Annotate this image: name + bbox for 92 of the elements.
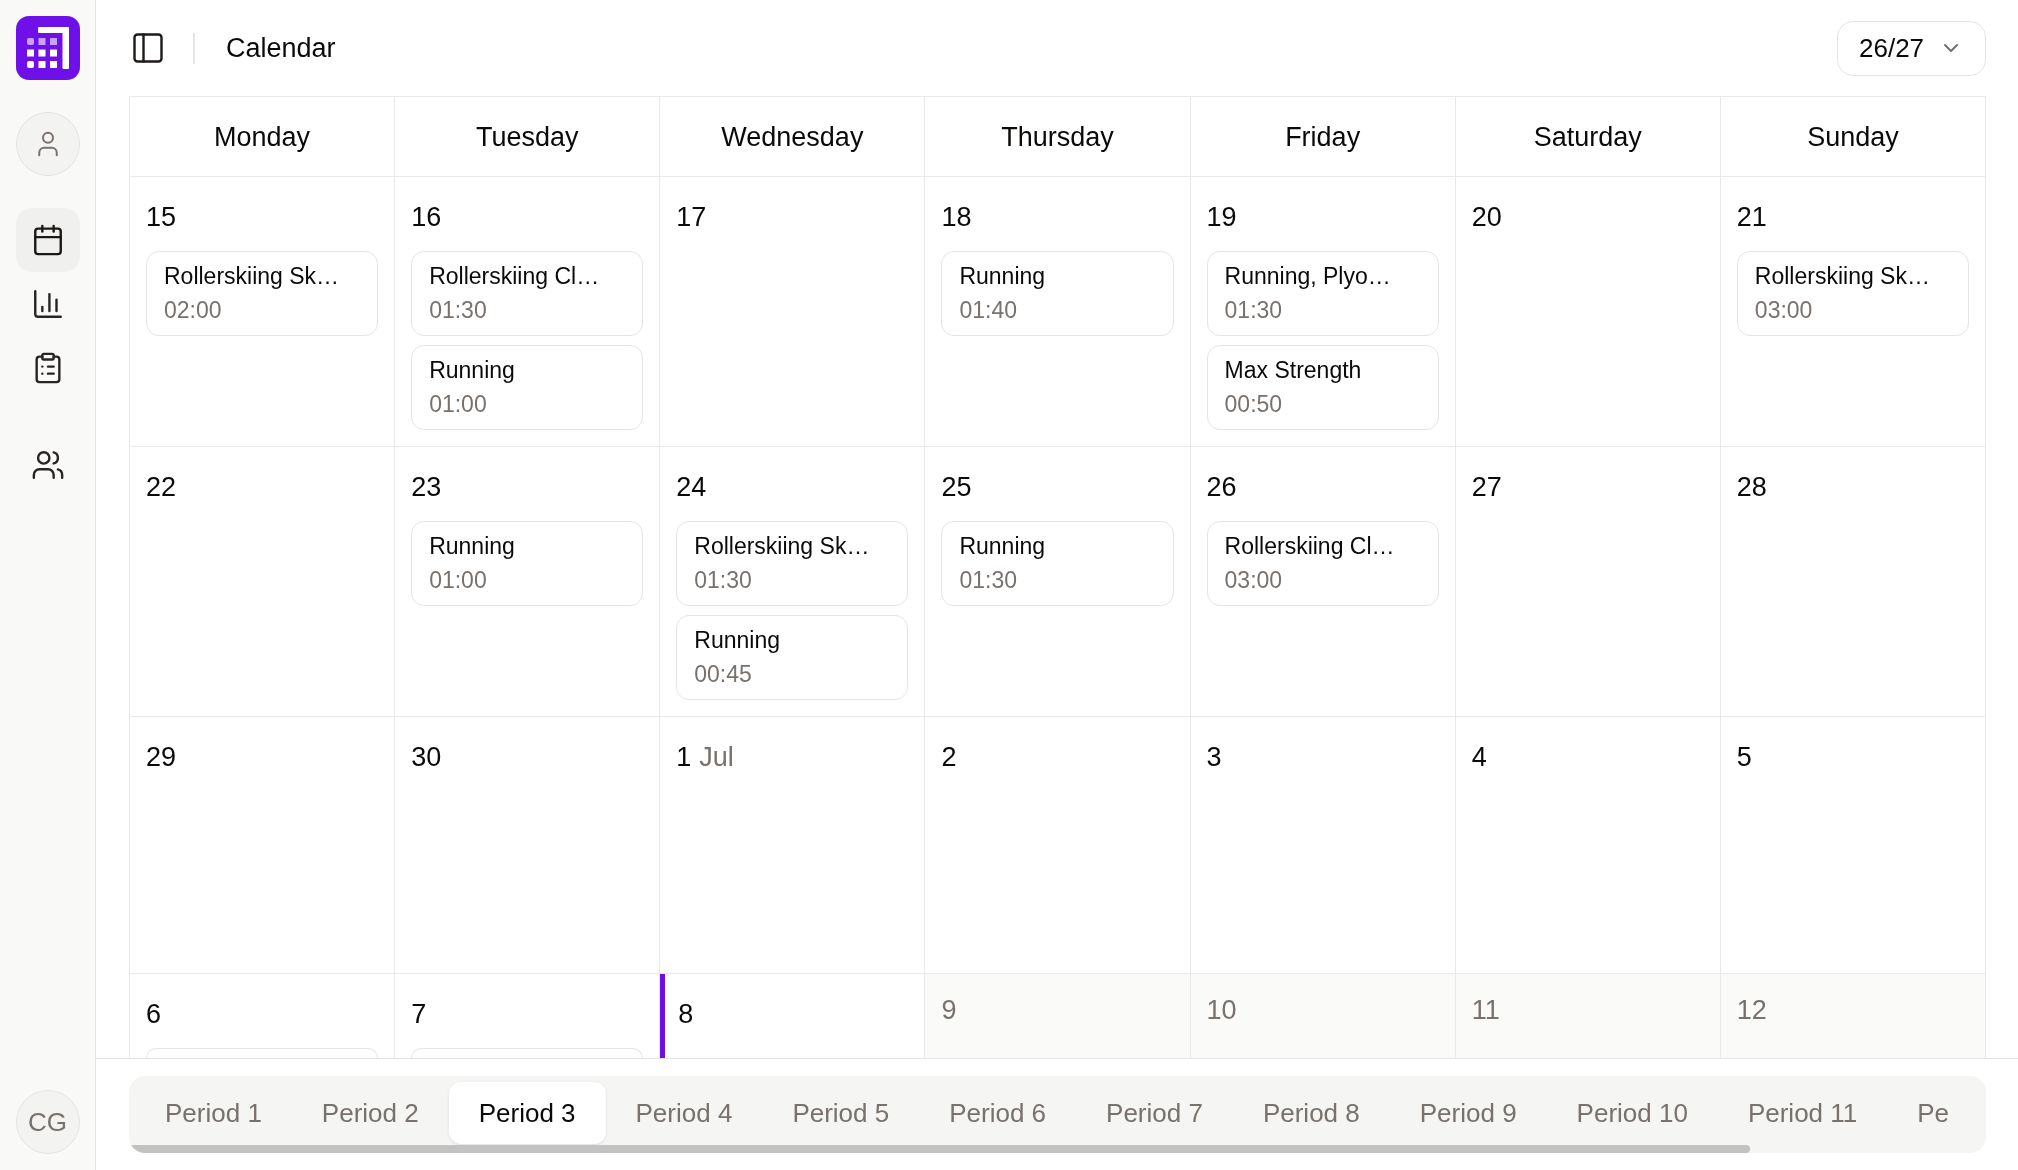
week-dropdown[interactable]: 26/27 (1837, 20, 1986, 76)
day-number: 25 (941, 471, 972, 504)
period-tab[interactable]: Period 6 (919, 1082, 1077, 1144)
event-title: Running, Plyo… (1224, 262, 1391, 291)
weekday-label: Friday (1285, 120, 1361, 154)
day-number: 24 (676, 471, 707, 504)
day-number: 16 (411, 201, 442, 234)
period-tab[interactable]: Period 10 (1546, 1082, 1718, 1144)
weekday-label: Tuesday (475, 120, 579, 154)
period-tab[interactable]: Period 3 (448, 1082, 606, 1144)
day-number: 28 (1736, 471, 1767, 504)
event-card[interactable]: Running 00:45 (676, 615, 909, 700)
period-tab[interactable]: Pe (1887, 1082, 1980, 1144)
event-duration: 01:00 (429, 566, 487, 595)
event-duration: 01:40 (959, 296, 1017, 325)
event-duration: 00:45 (694, 660, 752, 689)
event-title: Rollerskiing Cl… (1224, 532, 1395, 561)
day-number: 27 (1471, 471, 1502, 504)
event-duration: 01:30 (959, 566, 1017, 595)
event-duration: 01:00 (429, 390, 487, 419)
weekday-label: Wednesday (721, 120, 864, 154)
day-number: 17 (676, 201, 707, 234)
day-number: 15 (146, 201, 177, 234)
event-card[interactable]: Rollerskiing Sk… 03:00 (1736, 251, 1969, 336)
event-duration: 02:00 (164, 296, 222, 325)
sidebar-toggle-button[interactable] (130, 30, 166, 66)
day-number: 21 (1736, 201, 1767, 234)
day-number: 9 (941, 994, 957, 1027)
event-card[interactable]: Rollerskiing Sk… 02:00 (146, 251, 379, 336)
day-number: 30 (411, 741, 442, 774)
day-number: 6 (146, 998, 162, 1031)
weekday-label: Sunday (1807, 120, 1899, 154)
day-number: 7 (411, 998, 427, 1031)
event-title: Rollerskiing Sk… (1754, 262, 1930, 291)
day-number: 20 (1471, 201, 1502, 234)
period-tab[interactable]: Period 7 (1076, 1082, 1233, 1144)
event-card[interactable]: Running 01:30 (941, 521, 1174, 606)
event-title: Running (429, 356, 515, 385)
day-number: 22 (146, 471, 177, 504)
event-title: Running (694, 626, 780, 655)
period-tab[interactable]: Period 9 (1389, 1082, 1547, 1144)
event-title: Rollerskiing Cl… (429, 262, 600, 291)
day-number: 11 (1471, 994, 1500, 1027)
event-duration: 01:30 (429, 296, 487, 325)
event-card[interactable]: Running, Plyo… 01:30 (1206, 251, 1439, 336)
event-duration: 03:00 (1754, 296, 1813, 325)
day-number: 5 (1736, 741, 1752, 774)
day-number: 8 (678, 998, 694, 1031)
day-number: 23 (411, 471, 442, 504)
event-title: Rollerskiing Sk… (164, 262, 340, 291)
event-duration: 01:30 (1224, 296, 1283, 325)
day-number: 10 (1206, 994, 1237, 1027)
day-number: 3 (1206, 741, 1222, 774)
nav-button[interactable] (15, 208, 80, 272)
event-card[interactable]: Running 01:40 (941, 251, 1174, 336)
day-number: 18 (941, 201, 972, 234)
period-tab[interactable]: Period 1 (135, 1082, 292, 1144)
event-title: Rollerskiing Sk… (694, 532, 870, 561)
event-card[interactable]: Rollerskiing Cl… 03:00 (1206, 521, 1439, 606)
event-duration: 00:50 (1224, 390, 1283, 419)
event-duration: 01:30 (694, 566, 752, 595)
period-tab[interactable]: Period 2 (291, 1082, 449, 1144)
day-number: 1 (676, 741, 692, 774)
day-number: 19 (1206, 201, 1237, 234)
app-logo-icon (15, 16, 80, 80)
day-number: 29 (146, 741, 177, 774)
event-title: Max Strength (1224, 356, 1362, 385)
event-title: Running (959, 532, 1046, 561)
page-title: Calendar (226, 32, 336, 65)
event-card[interactable]: Max Strength 00:50 (1206, 345, 1439, 430)
panel-icon (130, 30, 166, 66)
weekday-label: Saturday (1533, 120, 1642, 154)
event-card[interactable]: Rollerskiing Sk… 01:30 (676, 521, 909, 606)
day-number: 26 (1206, 471, 1237, 504)
event-card[interactable]: Running 01:00 (411, 345, 644, 430)
event-title: Running (429, 532, 515, 561)
event-duration: 03:00 (1224, 566, 1283, 595)
avatar-button[interactable]: CG (15, 1090, 80, 1154)
day-number: 2 (941, 741, 957, 774)
month-label: Jul (699, 741, 734, 774)
day-number: 4 (1471, 741, 1487, 774)
period-tab[interactable]: Period 8 (1232, 1082, 1390, 1144)
event-card[interactable]: Running 01:00 (411, 521, 644, 606)
period-tab[interactable]: Period 5 (762, 1082, 920, 1144)
event-card[interactable]: Rollerskiing Cl… 01:30 (411, 251, 644, 336)
weekday-label: Thursday (1001, 120, 1114, 154)
weekday-label: Monday (214, 120, 311, 154)
people-icon (30, 448, 65, 482)
event-title: Running (959, 262, 1046, 291)
period-tab[interactable]: Period 4 (605, 1082, 763, 1144)
day-number: 12 (1736, 994, 1767, 1027)
period-tab[interactable]: Period 11 (1717, 1082, 1888, 1144)
